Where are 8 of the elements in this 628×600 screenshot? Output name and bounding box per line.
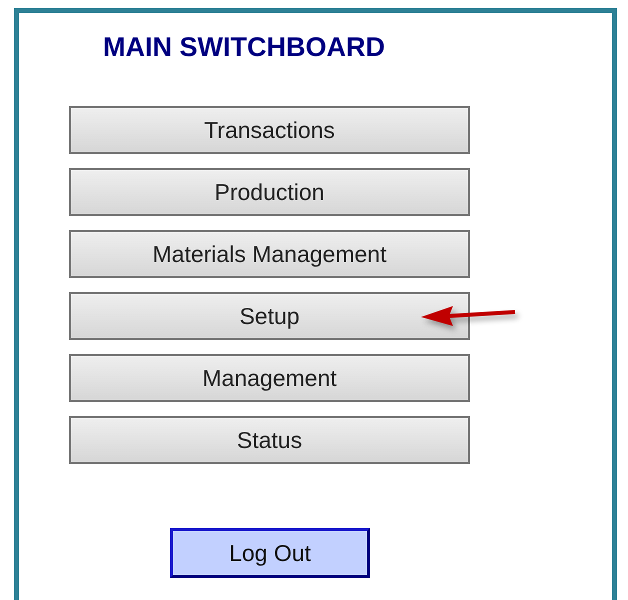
menu-button[interactable]: Status — [69, 416, 470, 464]
switchboard-title: MAIN SWITCHBOARD — [102, 31, 386, 64]
menu-button[interactable]: Production — [69, 168, 470, 216]
log-out-button[interactable]: Log Out — [170, 528, 370, 578]
menu-button[interactable]: Transactions — [69, 106, 470, 154]
menu-button[interactable]: Materials Management — [69, 230, 470, 278]
menu-button[interactable]: Management — [69, 354, 470, 402]
menu-button[interactable]: Setup — [69, 292, 470, 340]
